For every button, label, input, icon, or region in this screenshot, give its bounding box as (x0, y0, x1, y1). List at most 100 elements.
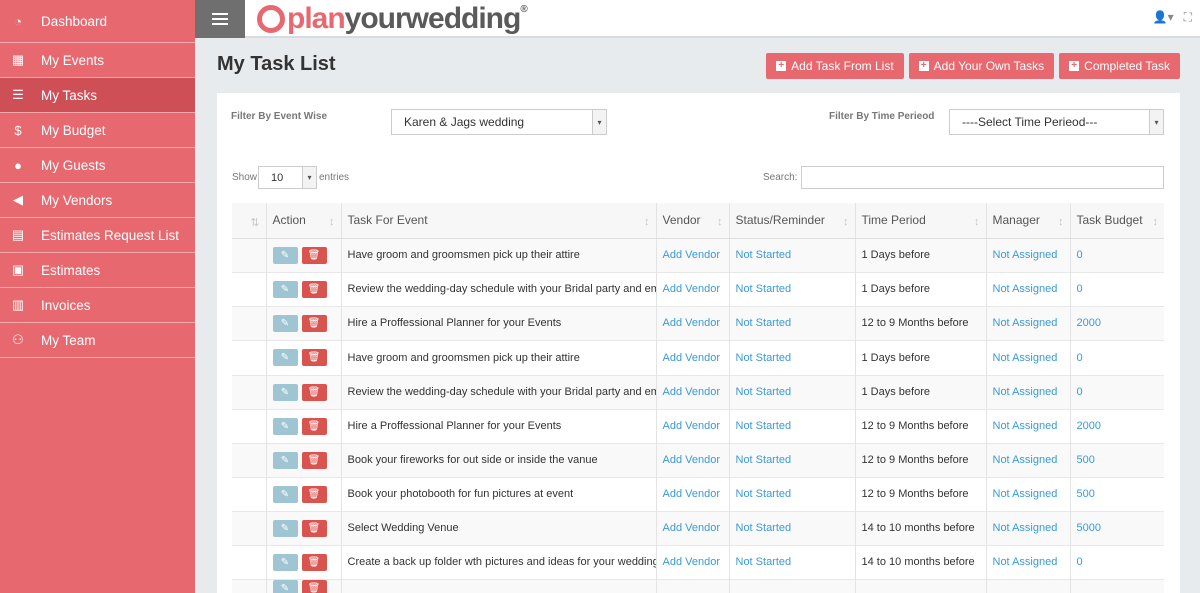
manager-link[interactable]: Not Assigned (993, 454, 1058, 466)
column-header[interactable]: Time Period ↕ (854, 203, 986, 239)
sidebar-item-invoices[interactable]: ▥ Invoices (0, 288, 195, 323)
add-own-tasks-button[interactable]: + Add Your Own Tasks (908, 53, 1055, 79)
manager-link[interactable]: Not Assigned (993, 283, 1058, 295)
budget-link[interactable]: 0 (1077, 352, 1083, 364)
sidebar-item-my-team[interactable]: ⚇ My Team (0, 323, 195, 358)
edit-button[interactable]: ✎ (272, 519, 298, 537)
column-header[interactable]: Status/Reminder ↕ (728, 203, 855, 239)
delete-button[interactable]: 🗑 (301, 417, 327, 435)
status-link-cell: Not Started (728, 476, 855, 511)
sidebar-item-dashboard[interactable]: ◔ Dashboard (0, 0, 195, 43)
sidebar-item-estimates[interactable]: ▣ Estimates (0, 253, 195, 288)
manager-link[interactable]: Not Assigned (993, 317, 1058, 329)
status-link[interactable]: Not Started (736, 249, 792, 261)
budget-link[interactable]: 0 (1077, 249, 1083, 261)
edit-button[interactable]: ✎ (272, 349, 298, 366)
search-input[interactable] (801, 166, 1164, 189)
sidebar-item-my-events[interactable]: ▦ My Events (0, 43, 195, 78)
status-link[interactable]: Not Started (736, 420, 792, 432)
trash-icon: 🗑 (307, 522, 321, 534)
delete-button[interactable]: 🗑 (301, 314, 327, 332)
delete-button[interactable]: 🗑 (301, 451, 327, 469)
fullscreen-icon[interactable]: ⛶ (1184, 10, 1192, 25)
delete-button[interactable]: 🗑 (301, 485, 327, 503)
status-link[interactable]: Not Started (736, 556, 792, 568)
menu-toggle-button[interactable] (195, 0, 245, 38)
add-vendor-link[interactable]: Add Vendor (663, 386, 721, 398)
edit-button[interactable]: ✎ (272, 246, 298, 264)
budget-link[interactable]: 5000 (1077, 522, 1101, 534)
add-task-from-list-button[interactable]: + Add Task From List (766, 53, 904, 79)
add-vendor-link[interactable]: Add Vendor (663, 454, 721, 466)
logo[interactable]: plan yourwedding ® (257, 2, 528, 36)
status-link-cell: Not Started (728, 339, 855, 375)
action-cell: ✎ 🗑 (265, 544, 341, 579)
edit-button[interactable]: ✎ (272, 280, 298, 298)
budget-link[interactable]: 500 (1077, 454, 1095, 466)
delete-button[interactable]: 🗑 (301, 553, 327, 571)
edit-button[interactable]: ✎ (272, 314, 298, 332)
delete-button[interactable]: 🗑 (301, 349, 327, 366)
add-vendor-link[interactable]: Add Vendor (663, 249, 721, 261)
edit-button[interactable]: ✎ (272, 485, 298, 503)
edit-button[interactable]: ✎ (272, 579, 298, 593)
edit-button[interactable]: ✎ (272, 417, 298, 435)
budget-link[interactable]: 0 (1077, 556, 1083, 568)
delete-button[interactable]: 🗑 (301, 280, 327, 298)
add-vendor-link[interactable]: Add Vendor (663, 352, 721, 364)
status-link[interactable]: Not Started (736, 488, 792, 500)
column-header[interactable]: Task For Event ↕ (340, 203, 656, 239)
time-period-cell: 14 to 10 months before (854, 510, 986, 545)
delete-button[interactable]: 🗑 (301, 519, 327, 537)
sidebar-item-my-budget[interactable]: $ My Budget (0, 113, 195, 148)
manager-link[interactable]: Not Assigned (993, 420, 1058, 432)
column-header-sort[interactable]: ⇅ (232, 203, 266, 239)
budget-link[interactable]: 0 (1077, 386, 1083, 398)
chevron-down-icon: ▾ (592, 110, 606, 134)
add-vendor-link[interactable]: Add Vendor (663, 556, 721, 568)
entries-select[interactable]: 10 ▾ (258, 166, 317, 189)
event-filter-select[interactable]: Karen & Jags wedding ▾ (391, 109, 607, 135)
status-link[interactable]: Not Started (736, 352, 792, 364)
status-link[interactable]: Not Started (736, 522, 792, 534)
add-vendor-link[interactable]: Add Vendor (663, 420, 721, 432)
manager-link[interactable]: Not Assigned (993, 249, 1058, 261)
column-header[interactable]: Action ↕ (265, 203, 341, 239)
edit-button[interactable]: ✎ (272, 383, 298, 401)
delete-button[interactable]: 🗑 (301, 579, 327, 593)
manager-link[interactable]: Not Assigned (993, 488, 1058, 500)
sidebar-item-my-tasks[interactable]: ☰ My Tasks (0, 78, 195, 113)
time-filter-select[interactable]: ----Select Time Perieod--- ▾ (949, 109, 1164, 135)
completed-task-button[interactable]: + Completed Task (1059, 53, 1180, 79)
add-vendor-link[interactable]: Add Vendor (663, 488, 721, 500)
delete-button[interactable]: 🗑 (301, 246, 327, 264)
column-header[interactable]: Vendor ↕ (655, 203, 729, 239)
add-vendor-link[interactable]: Add Vendor (663, 283, 721, 295)
sidebar-item-my-vendors[interactable]: ◀ My Vendors (0, 183, 195, 218)
column-header[interactable]: Manager ↕ (985, 203, 1070, 239)
status-link[interactable]: Not Started (736, 454, 792, 466)
manager-link[interactable]: Not Assigned (993, 556, 1058, 568)
manager-link[interactable]: Not Assigned (993, 352, 1058, 364)
status-link[interactable]: Not Started (736, 283, 792, 295)
budget-link[interactable]: 2000 (1077, 420, 1101, 432)
table-row: ✎ 🗑 Hire a Proffessional Planner for your … (232, 305, 1164, 340)
budget-link[interactable]: 0 (1077, 283, 1083, 295)
column-header[interactable]: Task Budget ↕ (1069, 203, 1164, 239)
sidebar-item-estimates-request-list[interactable]: ▤ Estimates Request List (0, 218, 195, 253)
budget-link[interactable]: 2000 (1077, 317, 1101, 329)
sidebar-item-label: My Team (41, 332, 96, 348)
budget-link[interactable]: 500 (1077, 488, 1095, 500)
manager-link[interactable]: Not Assigned (993, 386, 1058, 398)
status-link[interactable]: Not Started (736, 317, 792, 329)
user-menu-icon[interactable]: 👤▾ (1153, 10, 1174, 25)
delete-button[interactable]: 🗑 (301, 383, 327, 401)
edit-button[interactable]: ✎ (272, 451, 298, 469)
add-vendor-link[interactable]: Add Vendor (663, 522, 721, 534)
trash-icon: 🗑 (307, 249, 321, 261)
manager-link[interactable]: Not Assigned (993, 522, 1058, 534)
status-link[interactable]: Not Started (736, 386, 792, 398)
edit-button[interactable]: ✎ (272, 553, 298, 571)
add-vendor-link[interactable]: Add Vendor (663, 317, 721, 329)
sidebar-item-my-guests[interactable]: ● My Guests (0, 148, 195, 183)
